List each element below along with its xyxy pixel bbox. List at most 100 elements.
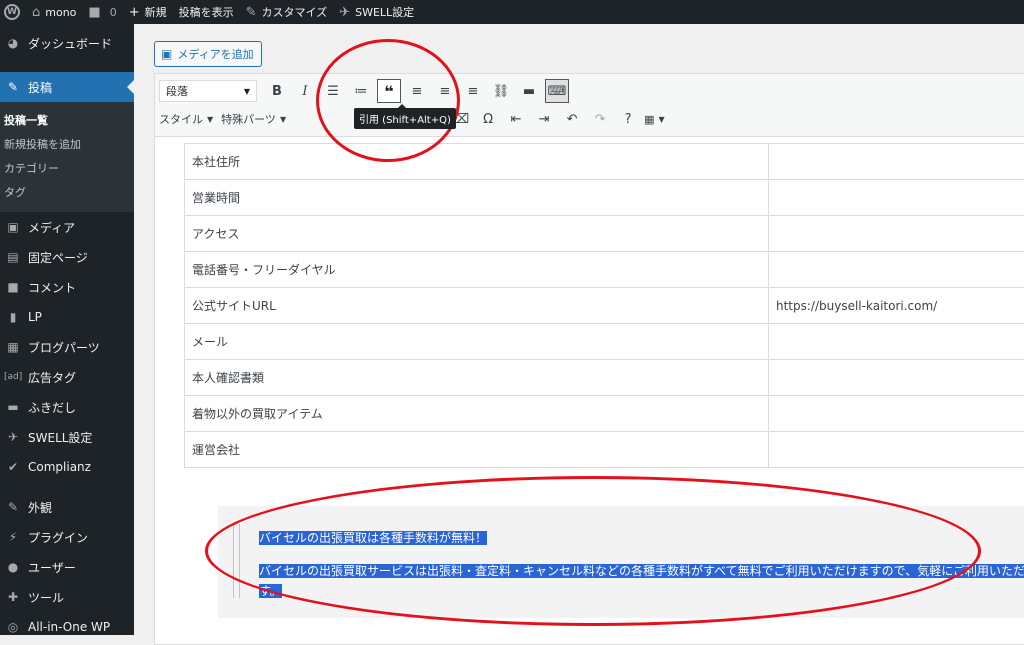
- outdent-button[interactable]: ⇤: [504, 107, 528, 131]
- pages-icon: ▤: [4, 250, 22, 264]
- format-select[interactable]: 段落 ▼: [159, 80, 257, 102]
- table-value-cell[interactable]: [769, 216, 1024, 252]
- sidebar-item-dashboard[interactable]: ◕ ダッシュボード: [0, 28, 134, 58]
- table-value-cell[interactable]: [769, 252, 1024, 288]
- new-content-link[interactable]: + 新規: [123, 0, 173, 24]
- sidebar-item-plugins[interactable]: ⚡ プラグイン: [0, 522, 134, 552]
- table-value-cell[interactable]: [769, 144, 1024, 180]
- table-row: 営業時間: [185, 180, 1024, 216]
- table-dropdown[interactable]: ▦ ▼: [644, 113, 665, 126]
- sidebar-item-lp[interactable]: ▮ LP: [0, 302, 134, 332]
- sidebar-item-ad-tags[interactable]: [ad] 広告タグ: [0, 362, 134, 392]
- table-label-cell[interactable]: アクセス: [185, 216, 769, 252]
- align-left-button[interactable]: ≡: [405, 79, 429, 103]
- customize-link[interactable]: ✎ カスタマイズ: [240, 0, 334, 24]
- read-more-button[interactable]: ▬: [517, 79, 541, 103]
- swell-settings-link[interactable]: ✈ SWELL設定: [333, 0, 420, 24]
- sidebar-item-all-in-one-wp[interactable]: ◎ All-in-One WP: [0, 612, 134, 642]
- view-post-link[interactable]: 投稿を表示: [173, 0, 240, 24]
- undo-button[interactable]: ↶: [560, 107, 584, 131]
- table-row: 本人確認書類: [185, 360, 1024, 396]
- quote-heading[interactable]: バイセルの出張買取は各種手数料が無料！: [259, 528, 487, 548]
- style-dropdown[interactable]: スタイル ▼: [159, 111, 213, 127]
- table-label-cell[interactable]: メール: [185, 324, 769, 360]
- submenu-categories[interactable]: カテゴリー: [0, 156, 134, 180]
- table-label-cell[interactable]: 着物以外の買取アイテム: [185, 396, 769, 432]
- table-value-cell[interactable]: [769, 432, 1024, 468]
- chevron-down-icon: ▼: [659, 115, 665, 124]
- posts-submenu: 投稿一覧 新規投稿を追加 カテゴリー タグ: [0, 102, 134, 212]
- sidebar-item-swell-settings[interactable]: ✈ SWELL設定: [0, 422, 134, 452]
- sidebar-item-complianz[interactable]: ✔ Complianz: [0, 452, 134, 482]
- sidebar-item-media[interactable]: ▣ メディア: [0, 212, 134, 242]
- wordpress-logo-button[interactable]: W: [0, 0, 26, 24]
- blockquote-tooltip: 引用 (Shift+Alt+Q): [354, 108, 456, 129]
- italic-button[interactable]: I: [293, 79, 317, 103]
- sidebar-item-tools[interactable]: ✚ ツール: [0, 582, 134, 612]
- comment-icon: ■: [88, 6, 100, 19]
- plugin-icon: ⚡: [4, 530, 22, 544]
- quote-body[interactable]: バイセルの出張買取サービスは出張料・査定料・キャンセル料などの各種手数料がすべて…: [259, 561, 1024, 601]
- table-row: 公式サイトURLhttps://buysell-kaitori.com/: [185, 288, 1024, 324]
- chevron-down-icon: ▼: [280, 115, 286, 124]
- bold-button[interactable]: B: [265, 79, 289, 103]
- align-center-button[interactable]: ≡: [433, 79, 457, 103]
- pin-icon: ✎: [4, 80, 22, 94]
- admin-bar: W ⌂ mono ■ 0 + 新規 投稿を表示 ✎ カスタマイズ ✈ SWELL…: [0, 0, 1024, 24]
- align-right-button[interactable]: ≡: [461, 79, 485, 103]
- add-media-button[interactable]: ▣ メディアを追加: [154, 41, 262, 67]
- editor-toolbar: 段落 ▼ B I ☰ ≔ ❝ ≡ ≡ ≡ ⛓ ▬ ⌨ スタイル ▼: [155, 74, 1024, 137]
- chevron-down-icon: ▼: [244, 87, 250, 96]
- numbered-list-button[interactable]: ≔: [349, 79, 373, 103]
- site-name: mono: [45, 6, 76, 19]
- user-icon: ●: [4, 560, 22, 574]
- admin-sidebar: ◕ ダッシュボード ✎ 投稿 投稿一覧 新規投稿を追加 カテゴリー タグ ▣ メ…: [0, 24, 134, 635]
- sidebar-item-comments[interactable]: ■ コメント: [0, 272, 134, 302]
- view-post-label: 投稿を表示: [179, 4, 234, 20]
- table-value-cell[interactable]: [769, 396, 1024, 432]
- appearance-icon: ✎: [4, 500, 22, 514]
- table-label-cell[interactable]: 公式サイトURL: [185, 288, 769, 324]
- customize-label: カスタマイズ: [262, 4, 328, 20]
- comments-link[interactable]: ■ 0: [82, 0, 122, 24]
- bullet-list-button[interactable]: ☰: [321, 79, 345, 103]
- plus-icon: +: [129, 6, 140, 19]
- table-row: 本社住所: [185, 144, 1024, 180]
- toolbar-toggle-button[interactable]: ⌨: [545, 79, 569, 103]
- sidebar-item-balloons[interactable]: ▬ ふきだし: [0, 392, 134, 422]
- help-button[interactable]: ?: [616, 107, 640, 131]
- table-value-cell[interactable]: https://buysell-kaitori.com/: [769, 288, 1024, 324]
- indent-button[interactable]: ⇥: [532, 107, 556, 131]
- table-row: 電話番号・フリーダイヤル: [185, 252, 1024, 288]
- sidebar-item-blog-parts[interactable]: ▦ ブログパーツ: [0, 332, 134, 362]
- insert-link-button[interactable]: ⛓: [489, 79, 513, 103]
- table-label-cell[interactable]: 運営会社: [185, 432, 769, 468]
- table-label-cell[interactable]: 電話番号・フリーダイヤル: [185, 252, 769, 288]
- submenu-all-posts[interactable]: 投稿一覧: [0, 108, 134, 132]
- table-label-cell[interactable]: 本人確認書類: [185, 360, 769, 396]
- table-label-cell[interactable]: 営業時間: [185, 180, 769, 216]
- submenu-tags[interactable]: タグ: [0, 180, 134, 204]
- table-value-cell[interactable]: [769, 360, 1024, 396]
- table-value-cell[interactable]: [769, 324, 1024, 360]
- redo-button[interactable]: ↷: [588, 107, 612, 131]
- table-value-cell[interactable]: [769, 180, 1024, 216]
- media-icon: ▣: [161, 47, 172, 61]
- submenu-add-new[interactable]: 新規投稿を追加: [0, 132, 134, 156]
- comment-icon: ■: [4, 280, 22, 294]
- table-label-cell[interactable]: 本社住所: [185, 144, 769, 180]
- special-parts-dropdown[interactable]: 特殊パーツ ▼: [221, 111, 286, 127]
- all-in-one-icon: ◎: [4, 620, 22, 634]
- sidebar-item-users[interactable]: ● ユーザー: [0, 552, 134, 582]
- company-info-table: 本社住所営業時間アクセス電話番号・フリーダイヤル公式サイトURLhttps://…: [184, 143, 1024, 468]
- blockquote-area[interactable]: バイセルの出張買取は各種手数料が無料！ バイセルの出張買取サービスは出張料・査定…: [218, 506, 1024, 618]
- media-icon: ▣: [4, 220, 22, 234]
- swell-settings-label: SWELL設定: [355, 4, 414, 20]
- chevron-down-icon: ▼: [207, 115, 213, 124]
- site-name-link[interactable]: ⌂ mono: [26, 0, 82, 24]
- ad-icon: [ad]: [4, 372, 22, 382]
- sidebar-item-posts[interactable]: ✎ 投稿: [0, 72, 134, 102]
- sidebar-item-pages[interactable]: ▤ 固定ページ: [0, 242, 134, 272]
- special-character-button[interactable]: Ω: [476, 107, 500, 131]
- sidebar-item-appearance[interactable]: ✎ 外観: [0, 492, 134, 522]
